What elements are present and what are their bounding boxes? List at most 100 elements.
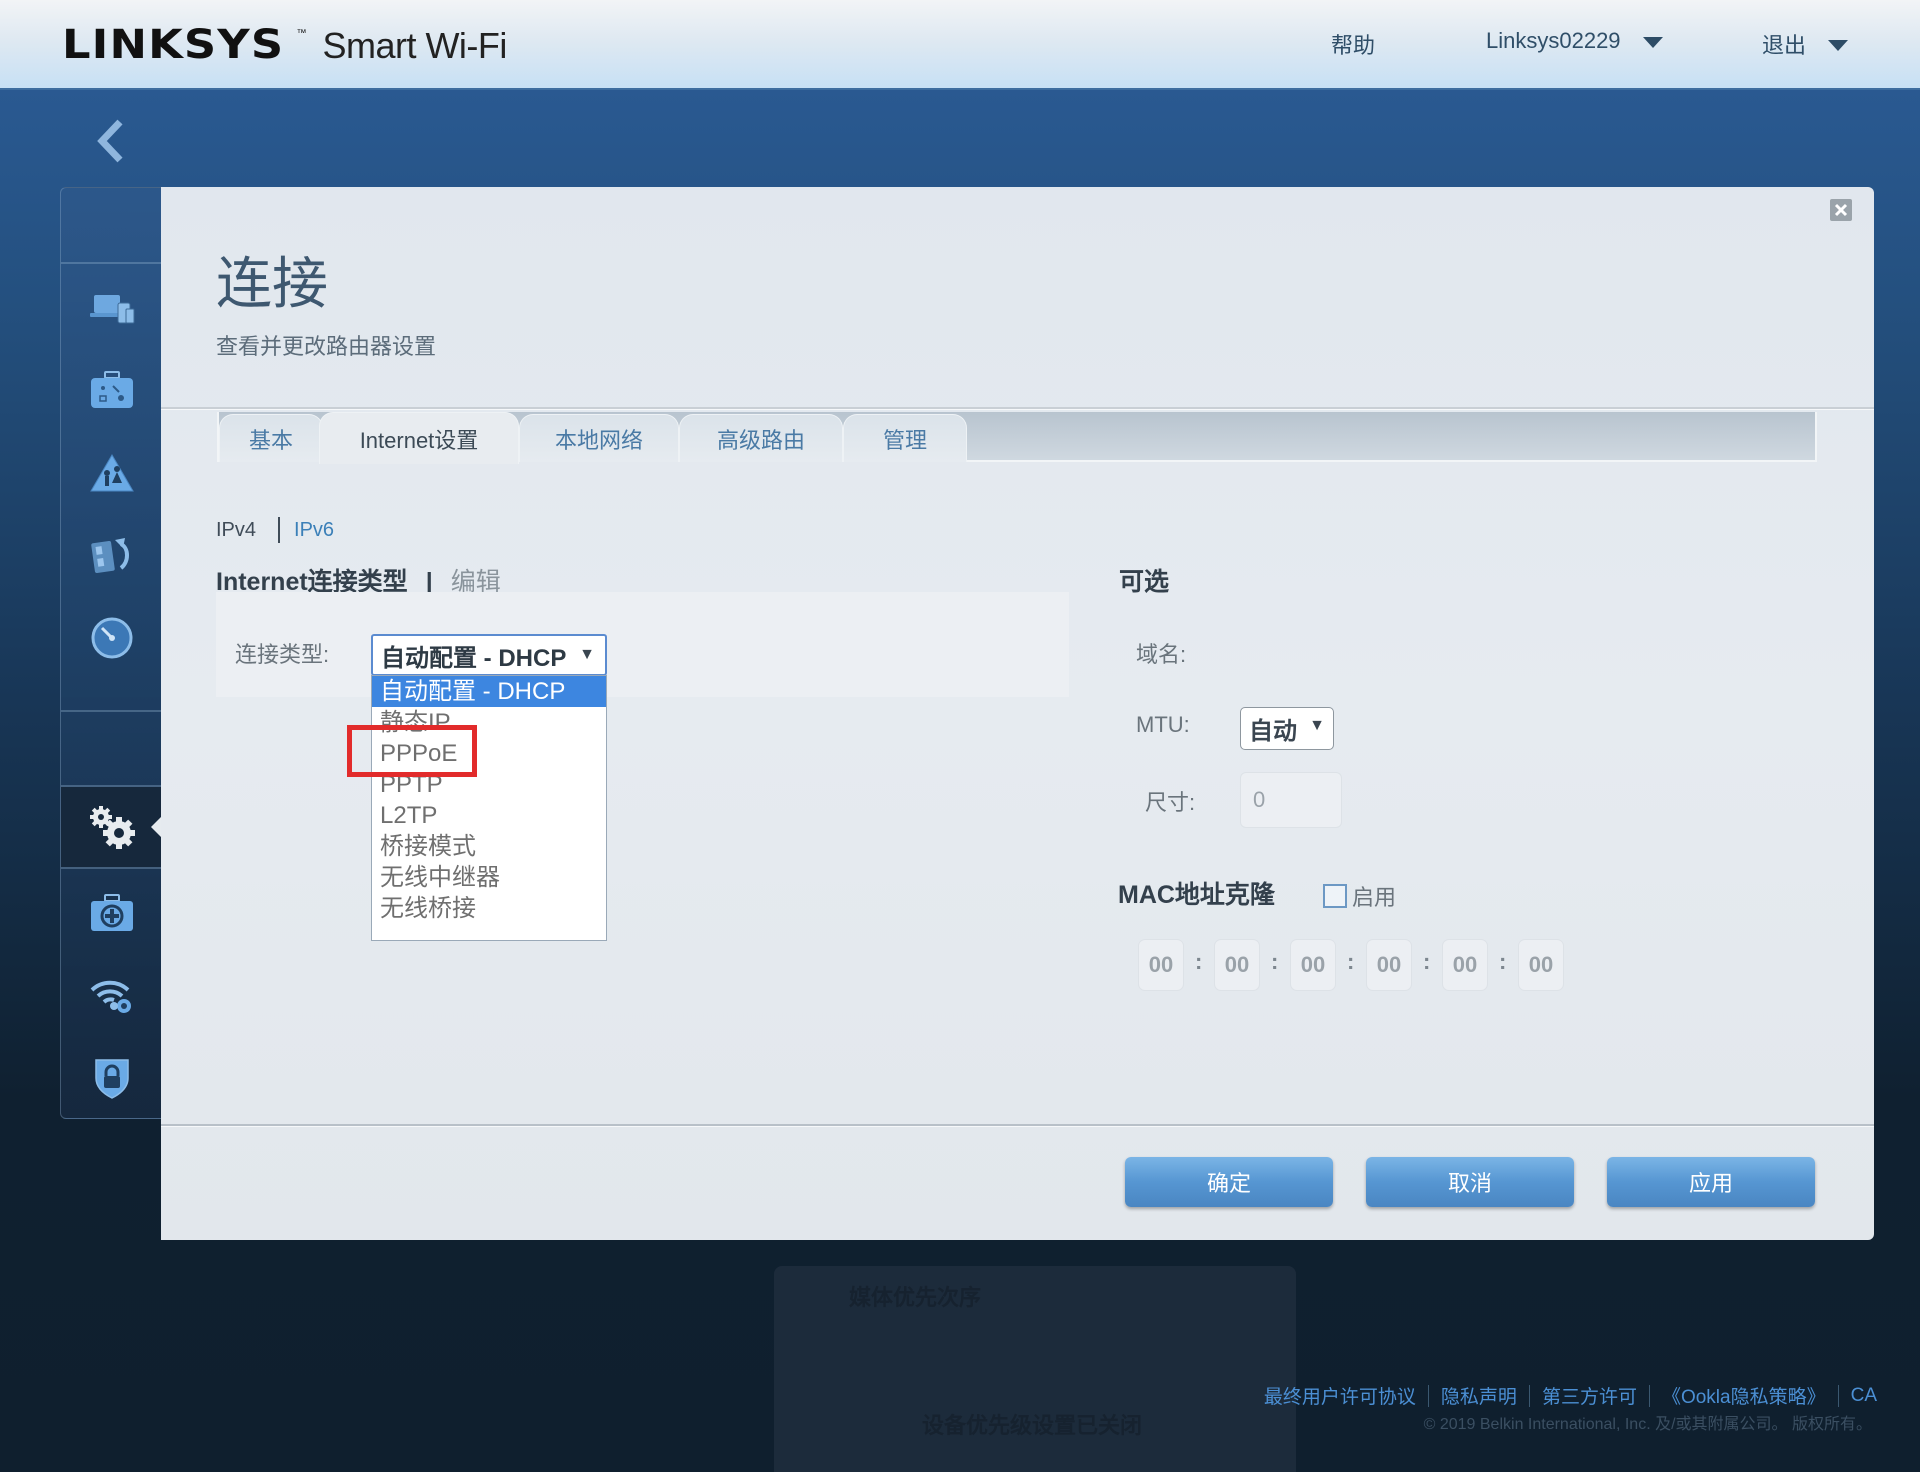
help-label: 帮助 xyxy=(1331,33,1376,58)
close-button[interactable] xyxy=(1830,199,1852,221)
chevron-down-icon xyxy=(1828,39,1849,51)
separator xyxy=(278,517,281,543)
divider xyxy=(161,407,1874,410)
help-link[interactable]: 帮助 xyxy=(1331,28,1375,60)
dropdown-option-wireless-bridge[interactable]: 无线桥接 xyxy=(372,893,606,924)
dropdown-arrow-icon: ▼ xyxy=(1309,717,1325,734)
tab-administration[interactable]: 管理 xyxy=(843,414,967,462)
size-value: 0 xyxy=(1253,787,1266,812)
dropdown-option-static-ip[interactable]: 静态IP xyxy=(372,707,606,738)
connection-type-label: 连接类型: xyxy=(235,642,330,667)
tab-internet-settings[interactable]: Internet设置 xyxy=(319,412,519,464)
dropdown-option-pppoe[interactable]: PPPoE xyxy=(372,738,606,769)
brand-name: LINKSYS xyxy=(62,22,285,68)
logout-label: 退出 xyxy=(1762,33,1807,58)
mtu-size-input[interactable]: 0 xyxy=(1240,772,1342,828)
mac-octet-4[interactable]: 00 xyxy=(1366,939,1412,991)
tab-bar: 基本 Internet设置 本地网络 高级路由 管理 xyxy=(217,412,1817,464)
parental-controls-icon xyxy=(90,454,134,492)
footer-links: 最终用户许可协议 隐私声明 第三方许可 《Ookla隐私策略》 CA xyxy=(1264,1382,1877,1409)
dropdown-option-bridge-mode[interactable]: 桥接模式 xyxy=(372,831,606,862)
tab-local-network[interactable]: 本地网络 xyxy=(519,414,679,462)
router-name: Linksys02229 xyxy=(1486,28,1621,53)
sidebar-item-wireless[interactable] xyxy=(61,960,163,1030)
dropdown-option-pptp[interactable]: PPTP xyxy=(372,769,606,800)
selected-value: 自动配置 - DHCP xyxy=(381,644,567,672)
separator xyxy=(1427,1384,1429,1407)
mtu-value: 自动 xyxy=(1249,718,1297,745)
chevron-left-icon xyxy=(97,119,123,163)
apply-button[interactable]: 应用 xyxy=(1607,1157,1815,1207)
connection-type-dropdown: 自动配置 - DHCP 静态IP PPPoE PPTP L2TP 桥接模式 无线… xyxy=(371,675,607,941)
divider xyxy=(161,1124,1874,1127)
sidebar-item-devices[interactable] xyxy=(61,273,163,343)
mtu-label: MTU: xyxy=(1136,712,1190,737)
enable-label: 启用 xyxy=(1352,885,1397,910)
mac-separator: : xyxy=(1271,949,1279,974)
tab-basic[interactable]: 基本 xyxy=(219,414,323,462)
chevron-down-icon xyxy=(1642,36,1663,48)
shield-lock-icon xyxy=(95,1059,129,1099)
mac-octet-6[interactable]: 00 xyxy=(1518,939,1564,991)
media-prioritization-widget: 媒体优先次序 设备优先级设置已关闭 xyxy=(774,1266,1296,1472)
domain-label: 域名: xyxy=(1136,642,1187,667)
mac-separator: : xyxy=(1499,949,1507,974)
sidebar-item-apps[interactable] xyxy=(61,355,163,425)
mac-clone-enable-checkbox[interactable] xyxy=(1323,884,1347,908)
copyright: © 2019 Belkin International, Inc. 及/或其附属… xyxy=(1423,1416,1872,1433)
separator xyxy=(1837,1384,1839,1407)
page-subtitle: 查看并更改路由器设置 xyxy=(216,334,437,359)
mac-octet-5[interactable]: 00 xyxy=(1442,939,1488,991)
sidebar-item-connectivity[interactable] xyxy=(61,787,163,867)
restore-icon xyxy=(91,538,129,573)
mac-octet-3[interactable]: 00 xyxy=(1290,939,1336,991)
eula-link[interactable]: 最终用户许可协议 xyxy=(1264,1382,1416,1409)
tab-advanced-routing[interactable]: 高级路由 xyxy=(679,414,843,462)
privacy-link[interactable]: 隐私声明 xyxy=(1441,1382,1517,1409)
sidebar-item-backup-restore[interactable] xyxy=(61,520,163,590)
sidebar-item-security[interactable] xyxy=(61,1043,163,1113)
sidebar-item-speed-test[interactable] xyxy=(61,603,163,673)
widget-title: 媒体优先次序 xyxy=(849,1285,982,1310)
divider xyxy=(61,710,163,712)
ookla-privacy-link[interactable]: 《Ookla隐私策略》 xyxy=(1662,1382,1826,1409)
logout-menu[interactable]: 退出 xyxy=(1762,28,1849,60)
trademark: ™ xyxy=(296,28,307,39)
gears-icon xyxy=(90,806,135,849)
toolbox-icon xyxy=(91,371,133,408)
ipv4-tab[interactable]: IPv4 xyxy=(216,519,256,542)
mac-octet-1[interactable]: 00 xyxy=(1138,939,1184,991)
sidebar-item-troubleshooting[interactable] xyxy=(61,878,163,948)
separator xyxy=(1528,1384,1530,1407)
optional-heading: 可选 xyxy=(1119,568,1170,596)
dropdown-option-l2tp[interactable]: L2TP xyxy=(372,800,606,831)
sidebar-item-parental-controls[interactable] xyxy=(61,438,163,508)
mtu-select[interactable]: 自动 ▼ xyxy=(1240,707,1334,750)
mac-separator: : xyxy=(1347,949,1355,974)
mac-octet-2[interactable]: 00 xyxy=(1214,939,1260,991)
divider xyxy=(61,867,163,869)
linksys-logo: LINKSYS ™ Smart Wi-Fi xyxy=(62,22,507,68)
back-button[interactable] xyxy=(92,116,132,166)
mac-separator: : xyxy=(1423,949,1431,974)
size-label: 尺寸: xyxy=(1145,790,1196,815)
divider xyxy=(61,262,163,264)
mac-separator: : xyxy=(1195,949,1203,974)
dropdown-arrow-icon: ▼ xyxy=(579,646,595,663)
dropdown-option-dhcp[interactable]: 自动配置 - DHCP xyxy=(372,676,606,707)
connection-type-box xyxy=(216,592,1069,697)
page-title: 连接 xyxy=(216,252,328,315)
connection-type-select[interactable]: 自动配置 - DHCP ▼ xyxy=(371,634,607,676)
close-icon xyxy=(1834,203,1848,217)
ca-link[interactable]: CA xyxy=(1851,1385,1877,1407)
dropdown-option-wireless-repeater[interactable]: 无线中继器 xyxy=(372,862,606,893)
mac-clone-heading: MAC地址克隆 xyxy=(1118,881,1275,909)
medical-kit-icon xyxy=(91,894,133,931)
product-name: Smart Wi-Fi xyxy=(322,25,507,66)
router-menu[interactable]: Linksys02229 xyxy=(1486,28,1663,54)
ipv6-link[interactable]: IPv6 xyxy=(294,519,334,542)
widget-message: 设备优先级设置已关闭 xyxy=(922,1413,1143,1438)
ok-button[interactable]: 确定 xyxy=(1125,1157,1333,1207)
third-party-licenses-link[interactable]: 第三方许可 xyxy=(1542,1382,1637,1409)
cancel-button[interactable]: 取消 xyxy=(1366,1157,1574,1207)
